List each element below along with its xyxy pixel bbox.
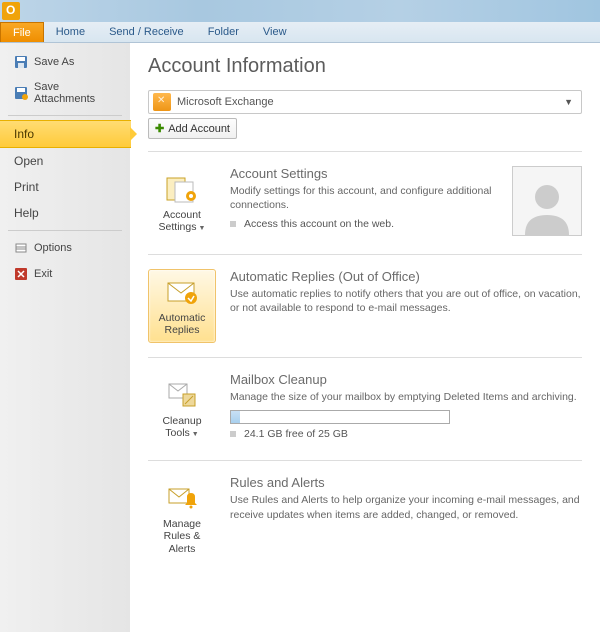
sidebar-item-label: Open bbox=[14, 154, 43, 168]
outlook-app-icon bbox=[2, 2, 20, 20]
sidebar-options[interactable]: Options bbox=[0, 235, 130, 261]
bullet-icon bbox=[230, 431, 236, 437]
account-settings-icon bbox=[165, 173, 199, 205]
sidebar-info[interactable]: Info bbox=[0, 120, 131, 148]
section-description: Manage the size of your mailbox by empty… bbox=[230, 390, 582, 404]
button-label: Automatic Replies bbox=[151, 312, 213, 336]
save-icon bbox=[14, 55, 28, 69]
account-selector[interactable]: Microsoft Exchange ▼ bbox=[148, 90, 582, 114]
section-title: Account Settings bbox=[230, 166, 498, 181]
window-titlebar bbox=[0, 0, 600, 22]
section-title: Rules and Alerts bbox=[230, 475, 582, 490]
button-label: Manage Rules & Alerts bbox=[151, 518, 213, 554]
tab-file[interactable]: File bbox=[0, 22, 44, 42]
section-rules-alerts: Manage Rules & Alerts Rules and Alerts U… bbox=[148, 460, 582, 575]
sidebar-print[interactable]: Print bbox=[0, 174, 130, 200]
sidebar-exit[interactable]: Exit bbox=[0, 261, 130, 287]
sidebar-save-as[interactable]: Save As bbox=[0, 49, 130, 75]
sidebar-item-label: Save As bbox=[34, 56, 74, 68]
dropdown-arrow-icon: ▼ bbox=[192, 431, 199, 439]
ribbon-tabs: File Home Send / Receive Folder View bbox=[0, 22, 600, 43]
save-attach-icon bbox=[14, 86, 28, 100]
button-label: Account Settings bbox=[159, 209, 201, 233]
dropdown-arrow-icon: ▼ bbox=[199, 225, 206, 233]
section-account-settings: Account Settings▼ Account Settings Modif… bbox=[148, 151, 582, 254]
sidebar-open[interactable]: Open bbox=[0, 148, 130, 174]
tab-folder[interactable]: Folder bbox=[196, 22, 251, 42]
sidebar-item-label: Print bbox=[14, 180, 39, 194]
mailbox-quota-bar bbox=[230, 410, 450, 424]
account-settings-button[interactable]: Account Settings▼ bbox=[148, 166, 216, 240]
sidebar-separator bbox=[8, 230, 122, 231]
plus-icon: ✚ bbox=[155, 122, 164, 135]
backstage-sidebar: Save As Save Attachments Info Open Print… bbox=[0, 43, 130, 632]
sidebar-item-label: Info bbox=[14, 127, 34, 141]
section-title: Mailbox Cleanup bbox=[230, 372, 582, 387]
sidebar-separator bbox=[8, 115, 122, 116]
section-description: Use Rules and Alerts to help organize yo… bbox=[230, 493, 582, 521]
quota-text-row: 24.1 GB free of 25 GB bbox=[230, 428, 582, 440]
automatic-replies-button[interactable]: Automatic Replies bbox=[148, 269, 216, 343]
rules-alerts-icon bbox=[165, 482, 199, 514]
sidebar-item-label: Help bbox=[14, 206, 39, 220]
tab-home[interactable]: Home bbox=[44, 22, 97, 42]
user-avatar bbox=[512, 166, 582, 236]
automatic-replies-icon bbox=[165, 276, 199, 308]
sidebar-save-attachments[interactable]: Save Attachments bbox=[0, 75, 130, 111]
bullet-text: Access this account on the web. bbox=[244, 218, 394, 230]
tab-view[interactable]: View bbox=[251, 22, 299, 42]
sidebar-item-label: Save Attachments bbox=[34, 81, 120, 105]
page-title: Account Information bbox=[148, 55, 582, 78]
chevron-down-icon: ▼ bbox=[564, 97, 577, 107]
add-account-button[interactable]: ✚ Add Account bbox=[148, 118, 237, 139]
cleanup-tools-button[interactable]: Cleanup Tools▼ bbox=[148, 372, 216, 446]
sidebar-help[interactable]: Help bbox=[0, 200, 130, 226]
quota-fill bbox=[231, 411, 240, 423]
sidebar-item-label: Exit bbox=[34, 268, 52, 280]
section-automatic-replies: Automatic Replies Automatic Replies (Out… bbox=[148, 254, 582, 357]
exchange-icon bbox=[153, 93, 171, 111]
section-description: Use automatic replies to notify others t… bbox=[230, 287, 582, 315]
section-title: Automatic Replies (Out of Office) bbox=[230, 269, 582, 284]
section-mailbox-cleanup: Cleanup Tools▼ Mailbox Cleanup Manage th… bbox=[148, 357, 582, 460]
add-account-label: Add Account bbox=[168, 123, 230, 135]
sidebar-item-label: Options bbox=[34, 242, 72, 254]
tab-send-receive[interactable]: Send / Receive bbox=[97, 22, 196, 42]
manage-rules-button[interactable]: Manage Rules & Alerts bbox=[148, 475, 216, 561]
bullet-icon bbox=[230, 221, 236, 227]
content-pane: Account Information Microsoft Exchange ▼… bbox=[130, 43, 600, 632]
exit-icon bbox=[14, 267, 28, 281]
quota-text: 24.1 GB free of 25 GB bbox=[244, 428, 348, 440]
account-name: Microsoft Exchange bbox=[177, 96, 558, 108]
options-icon bbox=[14, 241, 28, 255]
cleanup-tools-icon bbox=[165, 379, 199, 411]
section-description: Modify settings for this account, and co… bbox=[230, 184, 498, 212]
section-bullet: Access this account on the web. bbox=[230, 218, 498, 230]
